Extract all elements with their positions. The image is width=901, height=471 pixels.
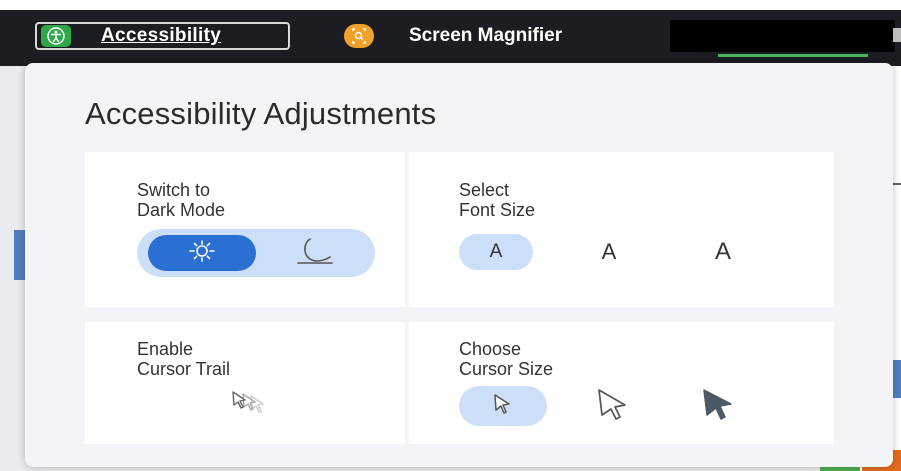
cursor-size-label-line2: Cursor Size — [459, 359, 554, 379]
person-icon — [41, 25, 71, 47]
screen-magnifier-label: Screen Magnifier — [409, 25, 563, 46]
font-size-card: Select Font Size A A A — [409, 152, 834, 307]
light-mode-option[interactable] — [148, 235, 256, 271]
dark-mode-label-line2: Dark Mode — [137, 200, 226, 220]
cursor-size-large-option[interactable] — [569, 386, 657, 426]
cursor-trail-card: Enable Cursor Trail — [85, 322, 405, 444]
cursor-trail-toggle[interactable] — [229, 388, 291, 422]
accessibility-label: Accessibility — [101, 25, 222, 46]
cursor-trail-label-line1: Enable — [137, 339, 194, 359]
cursor-trail-label-line2: Cursor Trail — [137, 359, 231, 379]
dark-mode-option[interactable] — [289, 237, 339, 269]
cursor-size-card: Choose Cursor Size — [409, 322, 834, 444]
filled-cursor-icon — [701, 387, 735, 426]
moon-icon — [294, 236, 334, 271]
font-size-label-line2: Font Size — [459, 200, 536, 220]
toolbar-edge-element — [893, 28, 901, 42]
panel-title: Accessibility Adjustments — [85, 96, 437, 131]
font-size-small-option[interactable]: A — [459, 234, 533, 270]
cursor-trail-label: Enable Cursor Trail — [137, 339, 230, 379]
font-size-label: Select Font Size — [459, 180, 535, 220]
cursor-trail-icon — [229, 391, 291, 426]
cursor-size-label-line1: Choose — [459, 339, 522, 359]
cursor-size-small-option[interactable] — [459, 386, 547, 426]
sun-icon — [184, 238, 220, 269]
cursor-size-label: Choose Cursor Size — [459, 339, 553, 379]
background-green-line — [718, 54, 868, 57]
dark-mode-label-line1: Switch to — [137, 180, 211, 200]
toolbar-redacted-area — [670, 20, 895, 52]
dark-mode-toggle[interactable] — [137, 229, 375, 277]
font-size-label-line1: Select — [459, 180, 510, 200]
toolbar-top-strip — [0, 0, 901, 10]
screen-magnifier-button[interactable]: Screen Magnifier — [344, 22, 562, 50]
large-cursor-icon — [596, 387, 630, 426]
cursor-size-filled-option[interactable] — [674, 386, 762, 426]
accessibility-button[interactable]: Accessibility — [35, 22, 290, 50]
small-cursor-icon — [492, 392, 514, 421]
dark-mode-label: Switch to Dark Mode — [137, 180, 225, 220]
accessibility-panel: Accessibility Adjustments Switch to Dark… — [25, 63, 893, 467]
dark-mode-card: Switch to Dark Mode — [85, 152, 405, 307]
font-size-large-option[interactable]: A — [686, 234, 760, 270]
font-size-medium-option[interactable]: A — [572, 234, 646, 270]
magnifier-icon — [344, 24, 374, 48]
